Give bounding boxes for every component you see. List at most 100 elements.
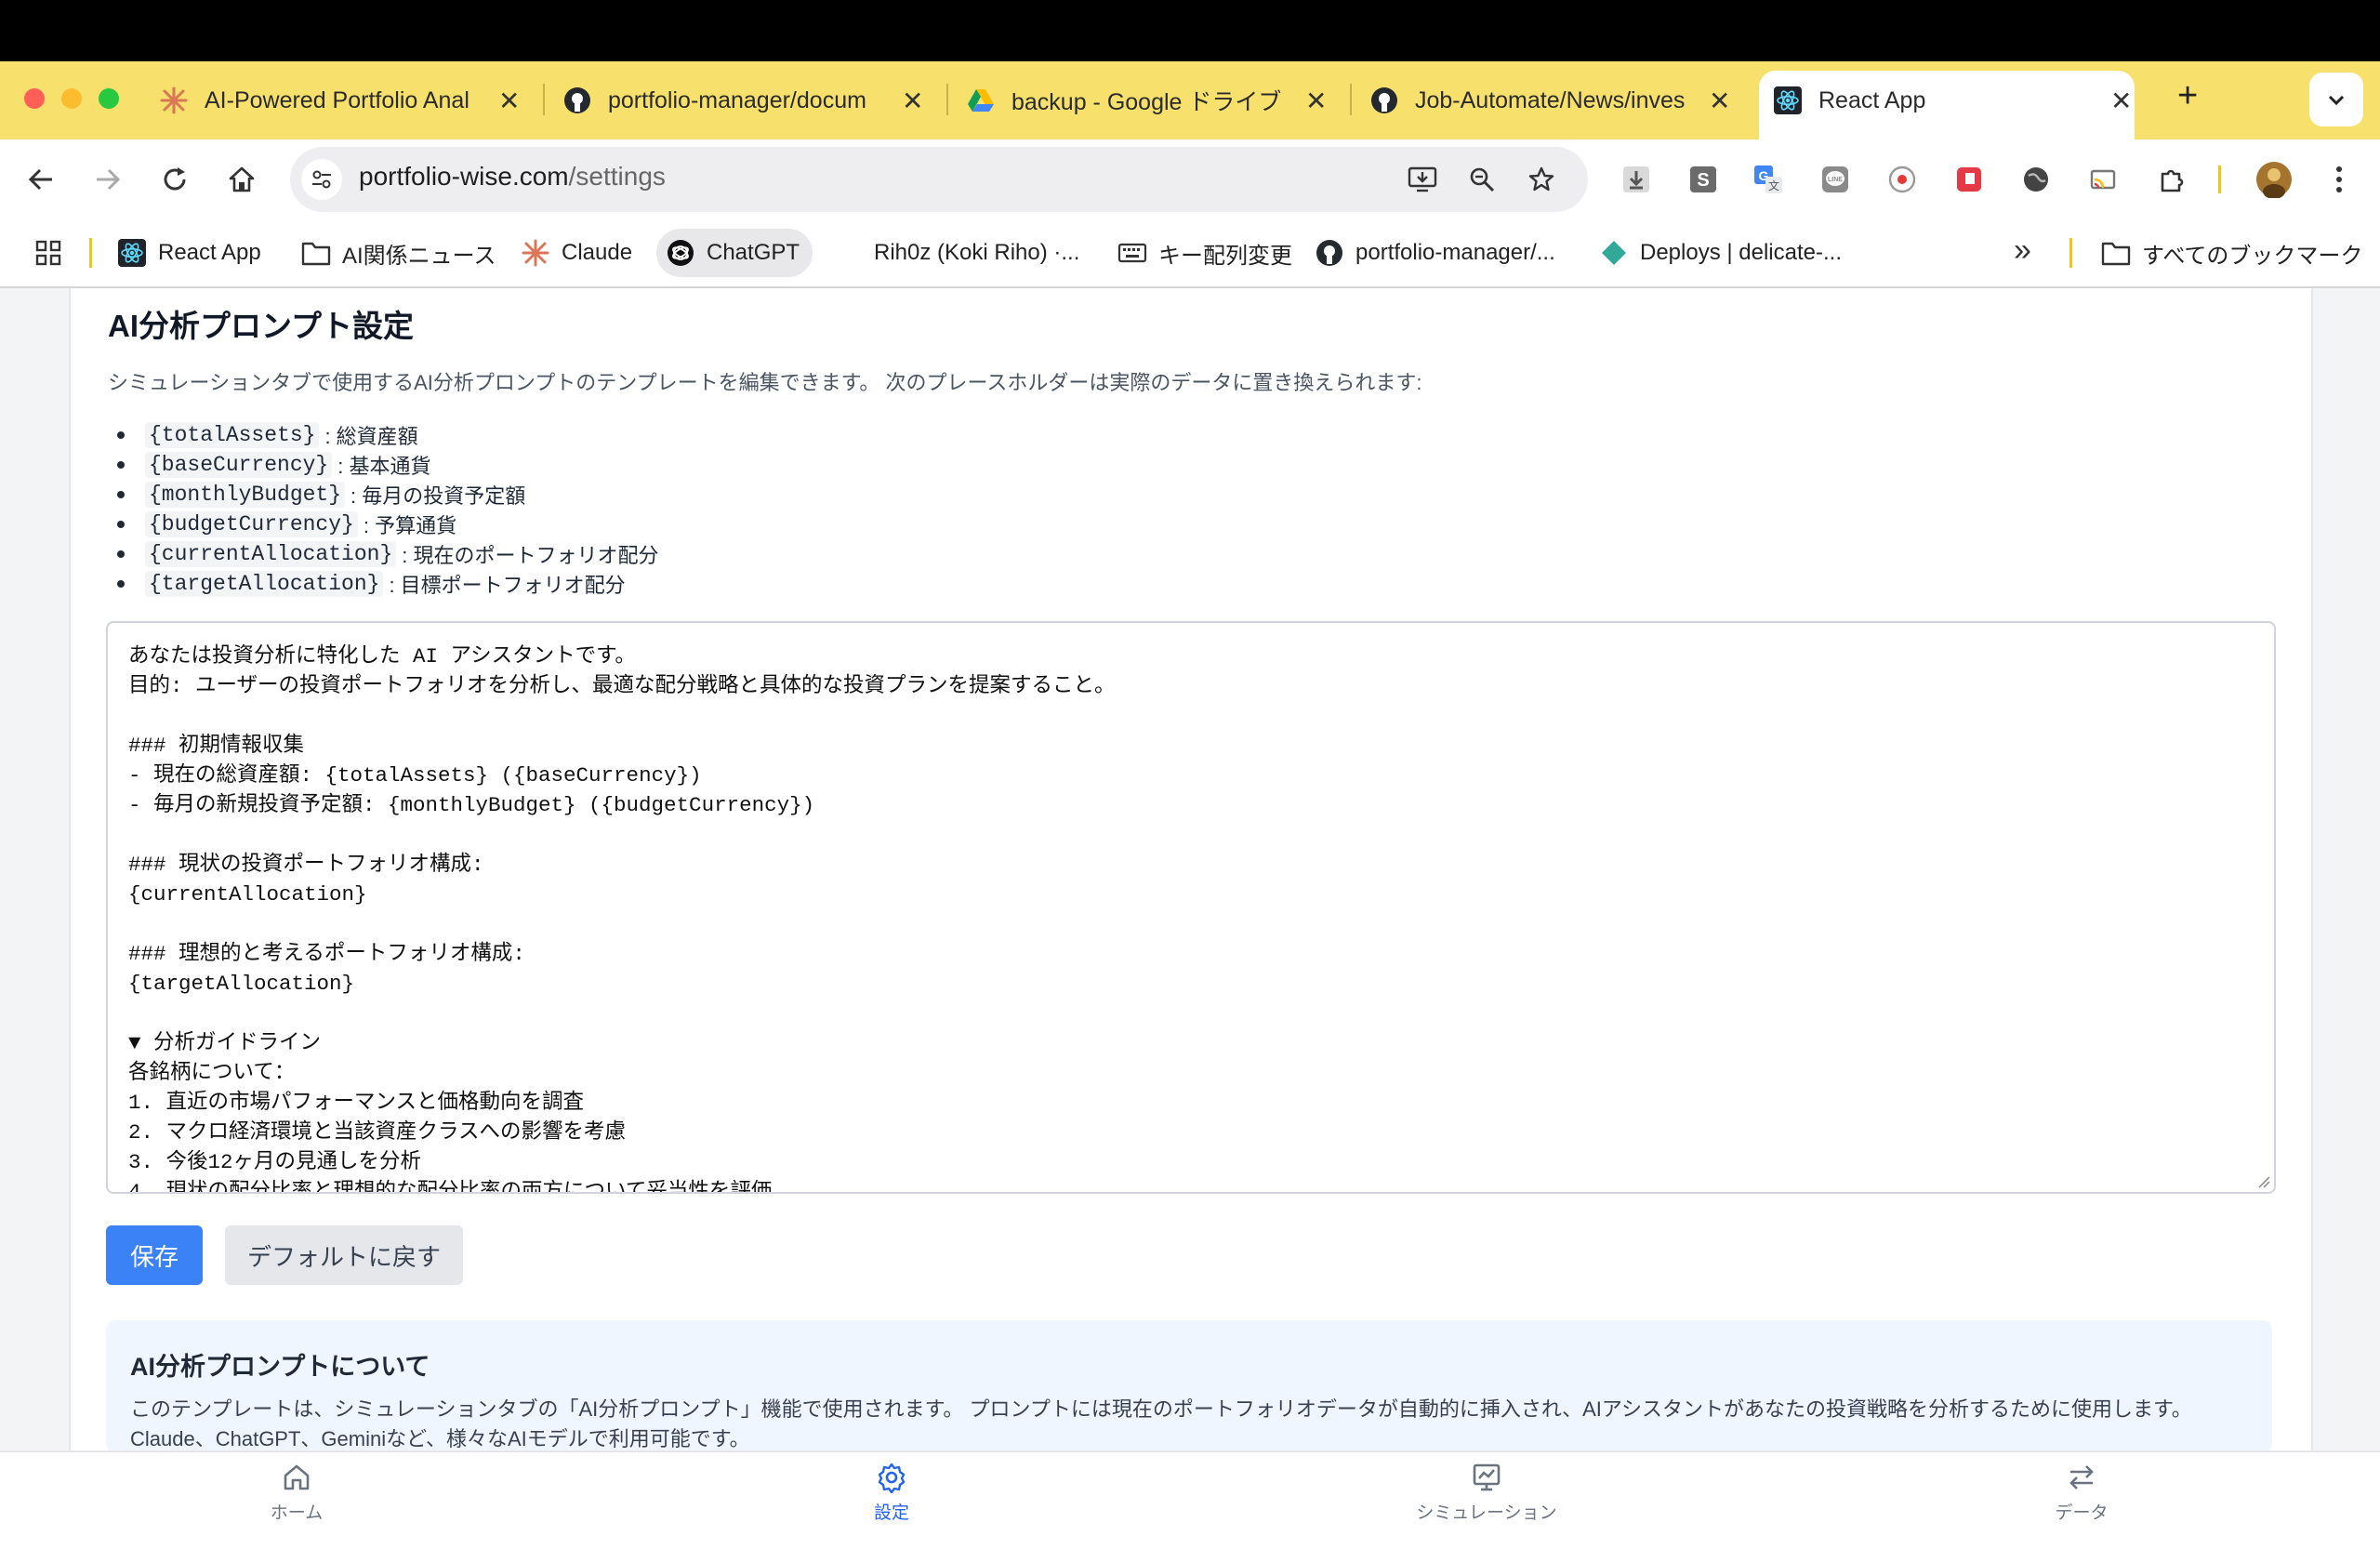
s-extension-icon[interactable]: S <box>1683 159 1724 200</box>
reset-default-button[interactable]: デフォルトに戻す <box>225 1225 463 1285</box>
placeholder-code: {baseCurrency} <box>145 452 333 478</box>
bookmark-label: Rih0z (Koki Riho) ·... <box>874 240 1080 265</box>
site-info-icon[interactable] <box>301 159 342 200</box>
google-drive-icon <box>967 86 995 114</box>
tab-search-button[interactable] <box>2309 73 2363 126</box>
close-icon[interactable]: ✕ <box>1709 86 1730 116</box>
github-icon <box>1315 238 1344 268</box>
install-app-icon[interactable] <box>1402 159 1443 200</box>
close-icon[interactable]: ✕ <box>902 86 923 116</box>
bookmark-deploys[interactable]: Deploys | delicate-... <box>1599 231 1842 275</box>
placeholder-item: {budgetCurrency}: 予算通貨 <box>117 510 456 539</box>
apps-grid-icon[interactable] <box>28 232 69 273</box>
bookmark-label: すべてのブックマーク <box>2142 243 2363 269</box>
chevron-down-icon <box>2328 95 2345 106</box>
minimize-window-button[interactable] <box>61 88 82 109</box>
tab-title: backup - Google ドライブ <box>1012 89 1282 115</box>
tab-separator <box>1350 84 1352 115</box>
maximize-window-button[interactable] <box>99 88 119 109</box>
bookmark-all-bookmarks[interactable]: すべてのブックマーク <box>2101 231 2362 275</box>
tab-title: portfolio-manager/docum <box>608 86 866 113</box>
save-button[interactable]: 保存 <box>106 1225 203 1285</box>
info-text: このテンプレートは、シミュレーションタブの「AI分析プロンプト」機能で使用されま… <box>130 1397 2192 1421</box>
browser-tab[interactable]: portfolio-manager/docum ✕ <box>563 74 926 126</box>
record-extension-icon[interactable] <box>1882 159 1923 200</box>
home-icon[interactable] <box>221 159 262 200</box>
placeholder-desc: : 基本通貨 <box>337 455 431 478</box>
placeholder-item: {monthlyBudget}: 毎月の投資予定額 <box>117 480 525 510</box>
translate-extension-icon[interactable]: G文 <box>1748 159 1789 200</box>
close-icon[interactable]: ✕ <box>1305 86 1327 116</box>
back-icon[interactable] <box>20 159 61 200</box>
bookmark-react-app[interactable]: React App <box>117 231 261 275</box>
tab-title: AI-Powered Portfolio Anal <box>205 86 469 113</box>
svg-text:S: S <box>1697 170 1709 191</box>
nav-settings[interactable]: 設定 <box>799 1462 985 1524</box>
placeholder-item: {currentAllocation}: 現在のポートフォリオ配分 <box>117 539 658 569</box>
react-icon <box>117 238 147 268</box>
bookmark-label: Deploys | delicate-... <box>1640 240 1842 265</box>
more-menu-icon[interactable] <box>2319 159 2360 200</box>
prompt-template-editor[interactable]: あなたは投資分析に特化した AI アシスタントです。 目的: ユーザーの投資ポー… <box>106 621 2276 1194</box>
toolbar-separator <box>2218 165 2221 193</box>
close-icon[interactable]: ✕ <box>2110 86 2132 116</box>
bookmarks-separator <box>89 238 92 268</box>
bookmarks-separator <box>2069 238 2072 268</box>
url-text[interactable]: portfolio-wise.com/settings <box>359 162 666 192</box>
nav-label: シミュレーション <box>1416 1503 1557 1523</box>
info-title: AI分析プロンプトについて <box>130 1353 430 1381</box>
info-text: Claude、ChatGPT、Geminiなど、様々なAIモデルで利用可能です。 <box>130 1427 750 1450</box>
prompt-template-text[interactable]: あなたは投資分析に特化した AI アシスタントです。 目的: ユーザーの投資ポー… <box>128 642 1116 1192</box>
line-extension-icon[interactable]: LINE <box>1815 159 1856 200</box>
bookmark-label: Claude <box>562 240 633 265</box>
resize-handle-icon[interactable] <box>2255 1173 2270 1188</box>
zoom-icon[interactable] <box>1461 159 1502 200</box>
cast-extension-icon[interactable] <box>2082 159 2123 200</box>
reload-icon[interactable] <box>154 159 195 200</box>
bookmark-chatgpt[interactable]: ChatGPT <box>656 229 813 277</box>
placeholder-item: {totalAssets}: 総資産額 <box>117 420 418 450</box>
bookmark-rih0z[interactable]: Rih0z (Koki Riho) ·... <box>874 231 1079 275</box>
tab-title: Job-Automate/News/inves <box>1415 86 1685 113</box>
bookmark-label: AI関係ニュース <box>342 243 496 269</box>
url-path: /settings <box>568 162 666 191</box>
chart-icon <box>1473 1463 1501 1491</box>
keyboard-icon <box>1117 238 1147 268</box>
bookmark-portfolio-manager[interactable]: portfolio-manager/... <box>1315 231 1555 275</box>
placeholder-desc: : 現在のポートフォリオ配分 <box>402 544 659 567</box>
placeholder-item: {baseCurrency}: 基本通貨 <box>117 450 430 480</box>
tab-separator <box>543 84 545 115</box>
browser-tab[interactable]: AI-Powered Portfolio Anal ✕ <box>160 74 522 126</box>
bookmark-claude[interactable]: Claude <box>521 231 632 275</box>
url-host: portfolio-wise.com <box>359 162 569 191</box>
svg-text:文: 文 <box>1768 179 1779 192</box>
new-tab-button[interactable]: + <box>2177 76 2198 116</box>
bookmark-star-icon[interactable] <box>1521 159 1562 200</box>
profile-avatar[interactable] <box>2254 159 2294 200</box>
placeholder-desc: : 総資産額 <box>324 425 418 448</box>
browser-tab-active[interactable]: React App ✕ <box>1774 74 2132 126</box>
nav-data[interactable]: データ <box>1989 1462 2175 1524</box>
download-extension-icon[interactable] <box>1616 159 1657 200</box>
bookmark-label: ChatGPT <box>707 240 800 265</box>
forward-icon[interactable] <box>87 159 128 200</box>
home-icon <box>284 1464 310 1490</box>
close-window-button[interactable] <box>24 88 45 109</box>
red-extension-icon[interactable] <box>1949 159 1990 200</box>
bookmarks-overflow-button[interactable]: » <box>2014 232 2031 269</box>
tab-title: React App <box>1818 86 1926 113</box>
browser-tab[interactable]: Job-Automate/News/inves ✕ <box>1370 74 1733 126</box>
nav-home[interactable]: ホーム <box>204 1462 390 1524</box>
page-title: AI分析プロンプト設定 <box>108 309 415 343</box>
netlify-icon <box>1599 238 1629 268</box>
bookmark-ai-news[interactable]: AI関係ニュース <box>301 231 496 275</box>
github-icon <box>1370 86 1398 114</box>
github-icon <box>563 86 591 114</box>
extensions-puzzle-icon[interactable] <box>2151 159 2192 200</box>
nav-simulation[interactable]: シミュレーション <box>1394 1462 1580 1524</box>
bookmark-key-layout[interactable]: キー配列変更 <box>1117 231 1292 275</box>
globe-extension-icon[interactable] <box>2016 159 2056 200</box>
browser-tab[interactable]: backup - Google ドライブ ✕ <box>967 74 1329 126</box>
close-icon[interactable]: ✕ <box>498 86 520 116</box>
react-icon <box>1774 86 1802 114</box>
